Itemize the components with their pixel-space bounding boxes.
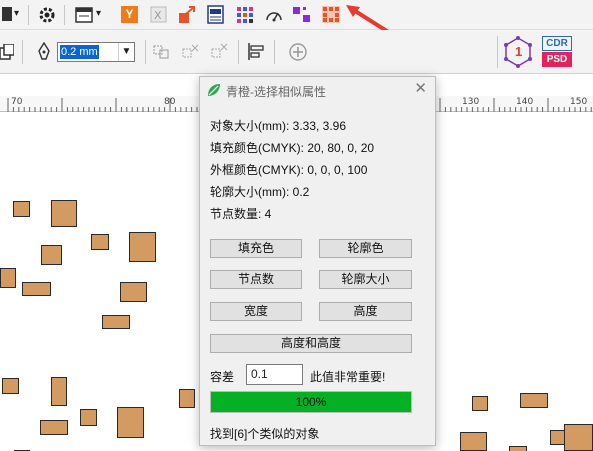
dropdown-arrow-icon[interactable]: ▾ [96,8,101,19]
ruler-label: 140 [516,97,534,107]
node-count-info: 节点数量: 4 [210,207,272,221]
select-similar-dialog: 青橙-选择相似属性 ✕ 对象大小(mm): 3.33, 3.96 填充颜色(CM… [199,76,436,446]
canvas-shape[interactable] [51,377,67,406]
ruler-label: 130 [462,97,480,107]
add-icon[interactable] [289,43,307,61]
property-bar: 0.2 mm ▼ 1 CDR PSD [0,30,593,74]
close-icon[interactable]: ✕ [414,81,427,96]
ruler-label: 80 [164,97,176,107]
cdr-label: CDR [542,36,572,51]
select-similar-icon[interactable] [321,5,341,24]
dialog-title: 青橙-选择相似属性 [226,85,326,99]
standard-toolbar: ▾ ▾ Y X [0,0,593,35]
window-options-icon[interactable] [75,7,93,23]
color-grid-icon[interactable] [236,6,254,24]
canvas-shape[interactable] [41,245,62,265]
node-badge-number: 1 [515,44,523,59]
canvas-shape[interactable] [40,420,68,435]
canvas-shape[interactable] [564,424,593,451]
app-y-icon[interactable]: Y [121,6,138,23]
canvas-shape[interactable] [91,234,109,250]
width-and-height-button[interactable]: 高度和高度 [210,334,412,353]
status-text: 找到[6]个类似的对象 [210,427,320,441]
object-size-info: 对象大小(mm): 3.33, 3.96 [210,119,347,133]
purple-blocks-icon[interactable] [292,6,311,23]
canvas-shape[interactable] [2,378,19,394]
canvas-shape[interactable] [120,282,147,302]
canvas-shape[interactable] [472,396,488,411]
canvas-shape[interactable] [51,200,77,227]
progress-bar: 100% [210,391,412,413]
outline-color-button[interactable]: 轮廓色 [319,239,412,258]
pen-nib-icon[interactable] [38,42,50,62]
excel-icon[interactable]: X [150,6,167,23]
canvas-shape[interactable] [460,432,487,451]
ruler-label: 150 [570,97,588,107]
fill-color-button[interactable]: 填充色 [210,239,302,258]
width-button[interactable]: 宽度 [210,302,302,321]
canvas-shape[interactable] [0,268,16,288]
launcher-icon[interactable] [2,7,12,21]
dropdown-arrow-icon[interactable]: ▾ [14,8,19,19]
outline-color-info: 外框颜色(CMYK): 0, 0, 0, 100 [210,163,368,177]
align-icon[interactable] [248,43,264,60]
fill-color-info: 填充颜色(CMYK): 20, 80, 0, 20 [210,141,375,155]
tolerance-label: 容差 [210,370,235,384]
gear-icon[interactable] [38,6,56,24]
canvas-shape[interactable] [102,315,130,329]
height-button[interactable]: 高度 [319,302,412,321]
tolerance-note: 此值非常重要! [310,370,386,384]
outline-width-select[interactable]: 0.2 mm ▼ [57,42,135,62]
chevron-down-icon[interactable]: ▼ [118,43,134,61]
progress-label: 100% [295,395,327,409]
psd-label: PSD [542,52,572,67]
cdr-psd-icon[interactable]: CDR PSD [542,36,572,68]
app-leaf-icon [208,84,220,96]
node-count-button[interactable]: 节点数 [210,270,302,289]
canvas-shape[interactable] [520,393,548,408]
outline-size-info: 轮廓大小(mm): 0.2 [210,185,310,199]
break-apart-icon[interactable] [153,43,171,60]
export-icon[interactable] [178,5,196,24]
gauge-icon[interactable] [265,6,283,24]
canvas-shape[interactable] [179,389,195,408]
canvas-shape[interactable] [80,409,97,426]
canvas-shape[interactable] [117,407,144,438]
outline-size-button[interactable]: 轮廓大小 [319,270,412,289]
svg-text:X: X [154,9,162,22]
canvas-shape[interactable] [13,201,30,217]
outline-width-value: 0.2 mm [60,45,99,59]
canvas-shape[interactable] [129,232,156,262]
tolerance-input[interactable]: 0.1 [246,364,303,385]
delete-node-icon[interactable] [211,43,229,60]
copy-icon[interactable] [0,44,14,60]
canvas-shape[interactable] [22,282,51,296]
scissors-icon[interactable] [182,43,200,60]
canvas-shape[interactable] [509,446,527,451]
document-icon[interactable] [207,5,224,24]
ruler-label: 70 [11,97,23,107]
